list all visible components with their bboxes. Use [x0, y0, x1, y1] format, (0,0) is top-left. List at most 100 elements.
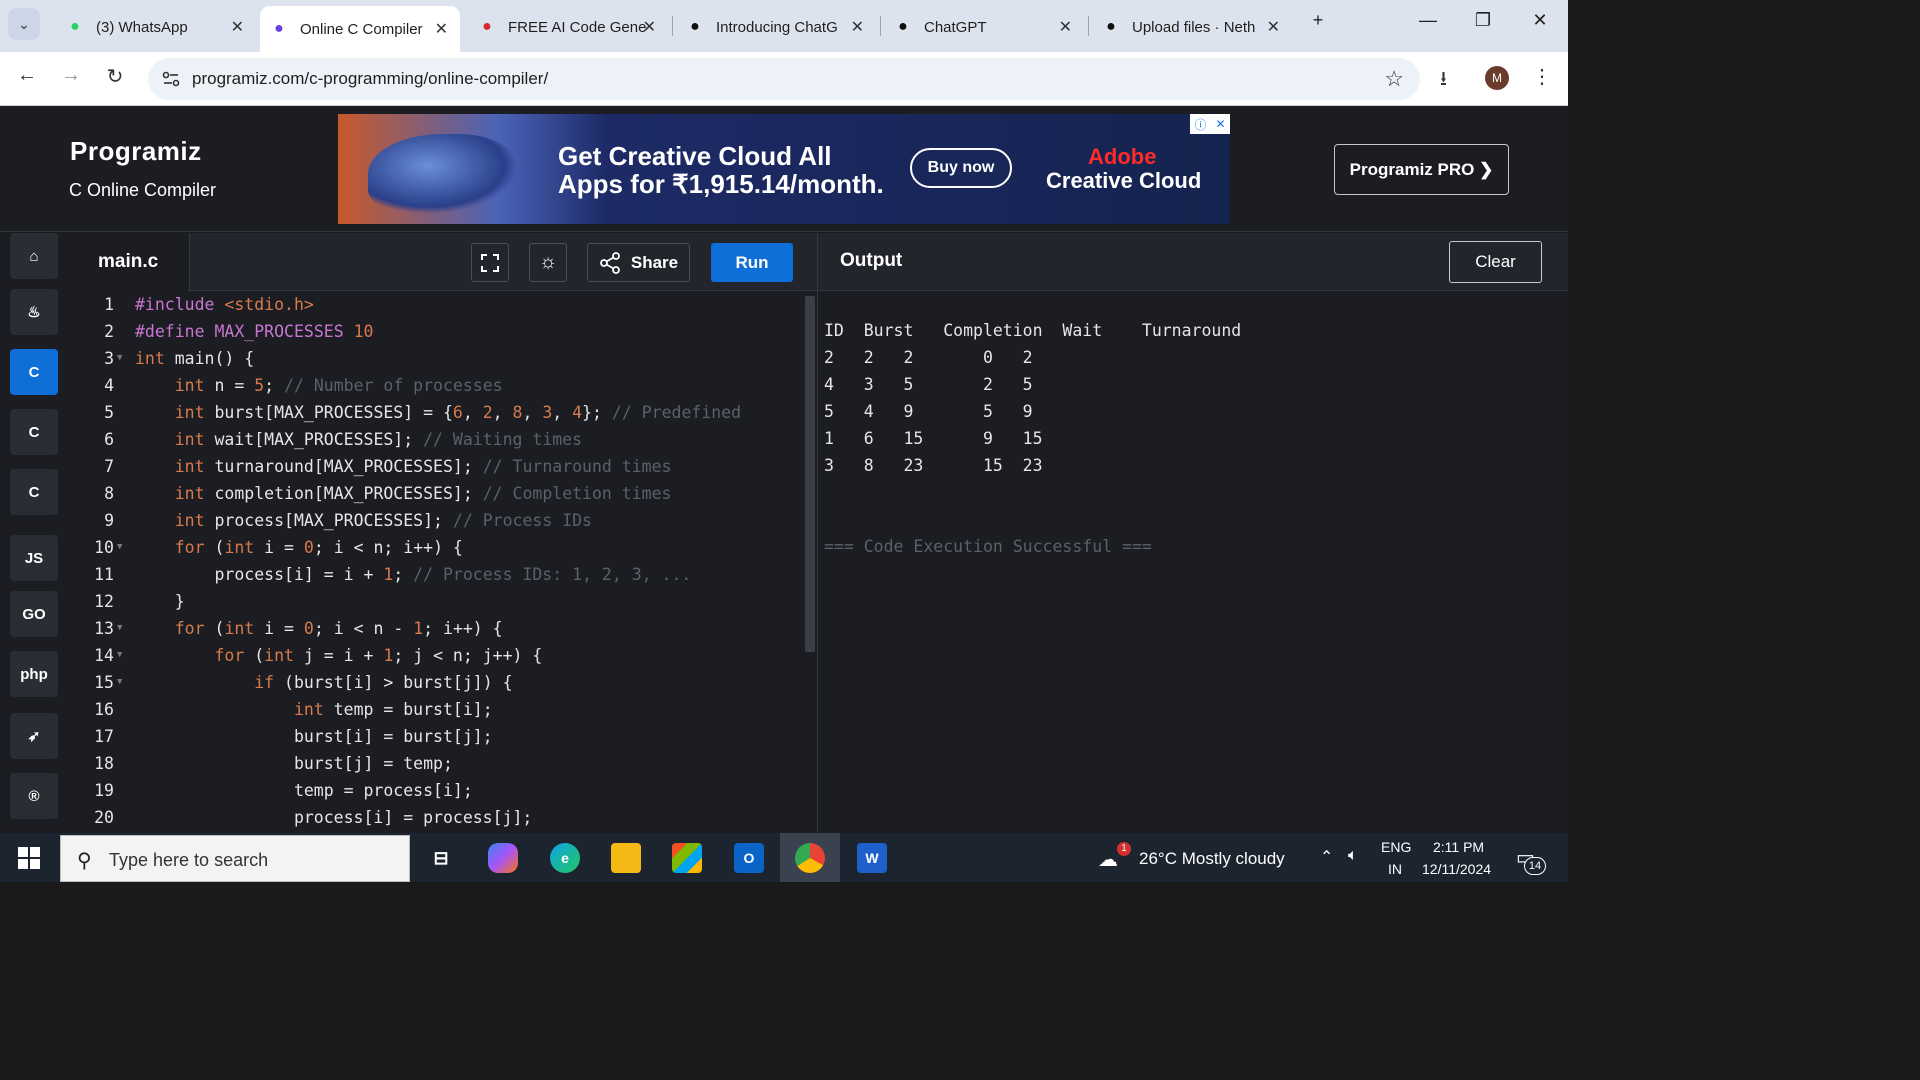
output-header: Output Clear — [818, 233, 1568, 291]
input-region[interactable]: IN — [1388, 861, 1402, 877]
tray-overflow-icon[interactable]: ⌃ — [1320, 847, 1333, 867]
copilot-icon[interactable] — [488, 843, 518, 873]
php-icon[interactable]: php — [10, 651, 58, 697]
code-line[interactable]: 4 int n = 5; // Number of processes — [68, 372, 808, 399]
tab-close-icon[interactable]: ✕ — [231, 17, 244, 37]
tab-search-button[interactable]: ⌄ — [8, 8, 40, 40]
tab-close-icon[interactable]: ✕ — [851, 17, 864, 37]
chrome-icon[interactable] — [795, 843, 825, 873]
tab-close-icon[interactable]: ✕ — [1267, 17, 1280, 37]
bookmark-star-icon[interactable]: ☆ — [1384, 66, 1404, 92]
clock-date[interactable]: 12/11/2024 — [1422, 861, 1491, 877]
close-window-button[interactable]: ✕ — [1520, 10, 1560, 31]
tab-close-icon[interactable]: ✕ — [435, 19, 448, 39]
go-icon[interactable]: GO — [10, 591, 58, 637]
html-icon[interactable]: ⌂ — [10, 233, 58, 279]
code-line[interactable]: 6 int wait[MAX_PROCESSES]; // Waiting ti… — [68, 426, 808, 453]
programiz-pro-button[interactable]: Programiz PRO ❯ — [1334, 144, 1509, 195]
c-icon[interactable]: C — [10, 349, 58, 395]
share-button[interactable]: Share — [587, 243, 690, 282]
code-line[interactable]: 19 temp = process[i]; — [68, 777, 808, 804]
browser-tab[interactable]: ● Introducing ChatG ✕ — [676, 8, 876, 46]
rust-icon[interactable]: ® — [10, 773, 58, 819]
code-line[interactable]: 2 #define MAX_PROCESSES 10 — [68, 318, 808, 345]
task-view-icon[interactable]: ⊟ — [426, 843, 456, 873]
code-line[interactable]: 11 process[i] = i + 1; // Process IDs: 1… — [68, 561, 808, 588]
clear-button[interactable]: Clear — [1449, 241, 1542, 283]
fullscreen-button[interactable] — [471, 243, 509, 282]
weather-text[interactable]: 26°C Mostly cloudy — [1139, 849, 1285, 869]
code-line[interactable]: 8 int completion[MAX_PROCESSES]; // Comp… — [68, 480, 808, 507]
csharp-icon[interactable]: C — [10, 469, 58, 515]
code-text: temp = process[i]; — [135, 781, 473, 800]
browser-menu-icon[interactable]: ⋮ — [1532, 64, 1552, 89]
input-language[interactable]: ENG — [1381, 839, 1411, 855]
code-text: burst[i] = burst[j]; — [135, 727, 493, 746]
browser-tab[interactable]: ● FREE AI Code Gene ✕ — [468, 8, 668, 46]
new-tab-button[interactable]: + — [1298, 10, 1338, 31]
url-field[interactable]: programiz.com/c-programming/online-compi… — [148, 58, 1420, 100]
java-icon[interactable]: ♨ — [10, 289, 58, 335]
fold-arrow-icon[interactable]: ▼ — [117, 534, 122, 561]
code-editor[interactable]: 1 #include <stdio.h> 2 #define MAX_PROCESSE… — [68, 291, 818, 833]
browser-tab[interactable]: ● Online C Compiler ✕ — [260, 6, 460, 52]
ad-choices[interactable]: ⓘ ✕ — [1190, 114, 1230, 134]
clock-time[interactable]: 2:11 PM — [1433, 839, 1484, 855]
code-line[interactable]: 10 ▼ for (int i = 0; i < n; i++) { — [68, 534, 808, 561]
fold-arrow-icon[interactable]: ▼ — [117, 642, 122, 669]
restore-button[interactable]: ❐ — [1463, 10, 1503, 31]
tab-close-icon[interactable]: ✕ — [1059, 17, 1072, 37]
speaker-icon[interactable]: 🔈︎ — [1348, 847, 1358, 865]
info-icon[interactable]: ⓘ — [1194, 116, 1206, 133]
word-icon[interactable]: W — [857, 843, 887, 873]
forward-button[interactable]: → — [56, 64, 86, 87]
taskbar-search-box[interactable]: ⚲ Type here to search — [60, 835, 410, 882]
weather-cloud-icon[interactable]: ☁ — [1098, 847, 1118, 872]
code-line[interactable]: 12 } — [68, 588, 808, 615]
browser-tab[interactable]: ● ChatGPT ✕ — [884, 8, 1084, 46]
ad-buy-now-button[interactable]: Buy now — [910, 148, 1012, 188]
theme-toggle-button[interactable]: ☼ — [529, 243, 567, 282]
code-line[interactable]: 15 ▼ if (burst[i] > burst[j]) { — [68, 669, 808, 696]
editor-scrollbar[interactable] — [805, 296, 815, 652]
edge-icon[interactable]: e — [550, 843, 580, 873]
reload-button[interactable]: ↻ — [100, 64, 130, 89]
code-line[interactable]: 9 int process[MAX_PROCESSES]; // Process… — [68, 507, 808, 534]
fold-arrow-icon[interactable]: ▼ — [117, 615, 122, 642]
github-icon: ● — [1106, 18, 1116, 35]
code-line[interactable]: 18 burst[j] = temp; — [68, 750, 808, 777]
file-explorer-icon[interactable] — [611, 843, 641, 873]
swift-icon[interactable]: ➶ — [10, 713, 58, 759]
code-text: process[i] = process[j]; — [135, 808, 533, 827]
download-icon[interactable]: ⭳ — [1440, 64, 1447, 98]
code-text: int n = 5; // Number of processes — [174, 376, 503, 395]
fold-arrow-icon[interactable]: ▼ — [117, 345, 122, 372]
run-button[interactable]: Run — [711, 243, 793, 282]
outlook-icon[interactable]: O — [734, 843, 764, 873]
code-line[interactable]: 3 ▼ int main() { — [68, 345, 808, 372]
fold-arrow-icon[interactable]: ▼ — [117, 669, 122, 696]
code-line[interactable]: 5 int burst[MAX_PROCESSES] = {6, 2, 8, 3… — [68, 399, 808, 426]
file-tab-main-c[interactable]: main.c — [68, 233, 190, 291]
programiz-logo[interactable]: Programiz — [70, 136, 202, 167]
browser-tab[interactable]: ● (3) WhatsApp ✕ — [56, 8, 256, 46]
back-button[interactable]: ← — [12, 64, 42, 87]
site-info-icon[interactable] — [160, 68, 182, 90]
code-line[interactable]: 16 int temp = burst[i]; — [68, 696, 808, 723]
code-line[interactable]: 13 ▼ for (int i = 0; i < n - 1; i++) { — [68, 615, 808, 642]
advertisement-banner[interactable]: Get Creative Cloud All Apps for ₹1,915.1… — [338, 114, 1230, 224]
close-icon[interactable]: ✕ — [1215, 117, 1225, 131]
code-line[interactable]: 14 ▼ for (int j = i + 1; j < n; j++) { — [68, 642, 808, 669]
code-line[interactable]: 1 #include <stdio.h> — [68, 291, 808, 318]
windows-start-icon[interactable] — [18, 847, 40, 869]
minimize-button[interactable]: — — [1408, 10, 1448, 31]
code-line[interactable]: 17 burst[i] = burst[j]; — [68, 723, 808, 750]
js-icon[interactable]: JS — [10, 535, 58, 581]
code-line[interactable]: 20 process[i] = process[j]; — [68, 804, 808, 831]
tab-close-icon[interactable]: ✕ — [643, 17, 656, 37]
profile-avatar[interactable]: M — [1485, 66, 1509, 90]
cpp-icon[interactable]: C — [10, 409, 58, 455]
code-line[interactable]: 7 int turnaround[MAX_PROCESSES]; // Turn… — [68, 453, 808, 480]
browser-tab[interactable]: ● Upload files · Neth ✕ — [1092, 8, 1292, 46]
microsoft-store-icon[interactable] — [672, 843, 702, 873]
